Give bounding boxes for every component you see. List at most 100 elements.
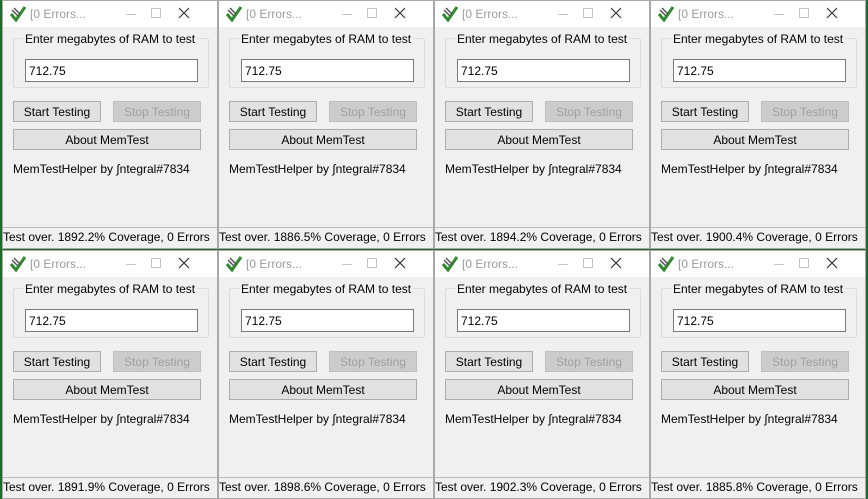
start-testing-button[interactable]: Start Testing <box>661 101 749 122</box>
close-icon[interactable] <box>825 6 839 20</box>
ram-prompt-label: Enter megabytes of RAM to test <box>671 282 846 296</box>
status-text: Test over. 1892.2% Coverage, 0 Errors <box>3 230 210 244</box>
memtest-window: [0 Errors... Enter megabytes of RAM to te… <box>434 0 650 249</box>
minimize-icon[interactable] <box>772 6 786 20</box>
title-bar[interactable]: [0 Errors... <box>651 251 865 277</box>
window-title: [0 Errors... <box>678 257 735 271</box>
close-icon[interactable] <box>825 256 839 270</box>
maximize-icon[interactable] <box>365 256 379 270</box>
about-memtest-button[interactable]: About MemTest <box>13 379 201 400</box>
close-icon[interactable] <box>177 6 191 20</box>
minimize-icon[interactable] <box>340 256 354 270</box>
stop-testing-button[interactable]: Stop Testing <box>329 101 417 122</box>
status-text: Test over. 1898.6% Coverage, 0 Errors <box>219 480 426 494</box>
start-testing-button[interactable]: Start Testing <box>661 351 749 372</box>
start-testing-button[interactable]: Start Testing <box>445 101 533 122</box>
maximize-icon[interactable] <box>581 6 595 20</box>
credit-label: MemTestHelper by ∫ntegral#7834 <box>229 162 406 176</box>
stop-testing-button[interactable]: Stop Testing <box>761 101 849 122</box>
minimize-icon[interactable] <box>772 256 786 270</box>
maximize-icon[interactable] <box>365 6 379 20</box>
minimize-icon[interactable] <box>124 6 138 20</box>
stop-testing-button[interactable]: Stop Testing <box>545 351 633 372</box>
credit-label: MemTestHelper by ∫ntegral#7834 <box>13 412 190 426</box>
stop-testing-button[interactable]: Stop Testing <box>545 101 633 122</box>
start-testing-button[interactable]: Start Testing <box>229 101 317 122</box>
memtest-check-icon <box>9 255 27 273</box>
window-title: [0 Errors... <box>678 7 735 21</box>
maximize-icon[interactable] <box>149 6 163 20</box>
memtest-check-icon <box>225 255 243 273</box>
maximize-icon[interactable] <box>581 256 595 270</box>
status-text: Test over. 1891.9% Coverage, 0 Errors <box>3 480 210 494</box>
title-bar[interactable]: [0 Errors... <box>435 1 649 27</box>
about-memtest-button[interactable]: About MemTest <box>229 129 417 150</box>
stop-testing-button[interactable]: Stop Testing <box>113 101 201 122</box>
start-testing-button[interactable]: Start Testing <box>229 351 317 372</box>
window-title: [0 Errors... <box>462 7 519 21</box>
ram-input[interactable] <box>673 309 846 332</box>
about-memtest-button[interactable]: About MemTest <box>229 379 417 400</box>
credit-label: MemTestHelper by ∫ntegral#7834 <box>13 162 190 176</box>
about-memtest-button[interactable]: About MemTest <box>445 129 633 150</box>
memtest-window: [0 Errors... Enter megabytes of RAM to te… <box>434 250 650 499</box>
memtest-window: [0 Errors... Enter megabytes of RAM to te… <box>650 250 866 499</box>
credit-label: MemTestHelper by ∫ntegral#7834 <box>445 412 622 426</box>
title-bar[interactable]: [0 Errors... <box>3 251 217 277</box>
status-bar: Test over. 1885.8% Coverage, 0 Errors <box>651 477 865 498</box>
memtest-window: [0 Errors... Enter megabytes of RAM to te… <box>2 0 218 249</box>
ram-input[interactable] <box>673 59 846 82</box>
ram-input[interactable] <box>25 59 198 82</box>
maximize-icon[interactable] <box>797 6 811 20</box>
close-icon[interactable] <box>393 256 407 270</box>
start-testing-button[interactable]: Start Testing <box>445 351 533 372</box>
stop-testing-button[interactable]: Stop Testing <box>761 351 849 372</box>
status-bar: Test over. 1886.5% Coverage, 0 Errors <box>219 227 433 248</box>
title-bar[interactable]: [0 Errors... <box>219 251 433 277</box>
status-bar: Test over. 1898.6% Coverage, 0 Errors <box>219 477 433 498</box>
memtest-check-icon <box>441 5 459 23</box>
memtest-check-icon <box>225 5 243 23</box>
title-bar[interactable]: [0 Errors... <box>651 1 865 27</box>
maximize-icon[interactable] <box>149 256 163 270</box>
about-memtest-button[interactable]: About MemTest <box>13 129 201 150</box>
memtest-window: [0 Errors... Enter megabytes of RAM to te… <box>218 250 434 499</box>
window-title: [0 Errors... <box>246 7 303 21</box>
status-text: Test over. 1894.2% Coverage, 0 Errors <box>435 230 642 244</box>
minimize-icon[interactable] <box>556 6 570 20</box>
ram-input[interactable] <box>241 59 414 82</box>
minimize-icon[interactable] <box>556 256 570 270</box>
ram-input[interactable] <box>241 309 414 332</box>
start-testing-button[interactable]: Start Testing <box>13 351 101 372</box>
ram-prompt-label: Enter megabytes of RAM to test <box>455 32 630 46</box>
about-memtest-button[interactable]: About MemTest <box>661 129 849 150</box>
credit-label: MemTestHelper by ∫ntegral#7834 <box>229 412 406 426</box>
about-memtest-button[interactable]: About MemTest <box>445 379 633 400</box>
memtest-check-icon <box>657 255 675 273</box>
about-memtest-button[interactable]: About MemTest <box>661 379 849 400</box>
ram-prompt-label: Enter megabytes of RAM to test <box>239 282 414 296</box>
minimize-icon[interactable] <box>124 256 138 270</box>
title-bar[interactable]: [0 Errors... <box>219 1 433 27</box>
start-testing-button[interactable]: Start Testing <box>13 101 101 122</box>
close-icon[interactable] <box>393 6 407 20</box>
close-icon[interactable] <box>177 256 191 270</box>
title-bar[interactable]: [0 Errors... <box>3 1 217 27</box>
status-bar: Test over. 1892.2% Coverage, 0 Errors <box>3 227 217 248</box>
status-text: Test over. 1900.4% Coverage, 0 Errors <box>651 230 858 244</box>
minimize-icon[interactable] <box>340 6 354 20</box>
close-icon[interactable] <box>609 6 623 20</box>
memtest-check-icon <box>657 5 675 23</box>
status-text: Test over. 1902.3% Coverage, 0 Errors <box>435 480 642 494</box>
stop-testing-button[interactable]: Stop Testing <box>113 351 201 372</box>
title-bar[interactable]: [0 Errors... <box>435 251 649 277</box>
maximize-icon[interactable] <box>797 256 811 270</box>
status-text: Test over. 1885.8% Coverage, 0 Errors <box>651 480 858 494</box>
ram-input[interactable] <box>457 59 630 82</box>
window-title: [0 Errors... <box>30 7 87 21</box>
ram-input[interactable] <box>457 309 630 332</box>
close-icon[interactable] <box>609 256 623 270</box>
ram-input[interactable] <box>25 309 198 332</box>
stop-testing-button[interactable]: Stop Testing <box>329 351 417 372</box>
memtest-window: [0 Errors... Enter megabytes of RAM to te… <box>218 0 434 249</box>
